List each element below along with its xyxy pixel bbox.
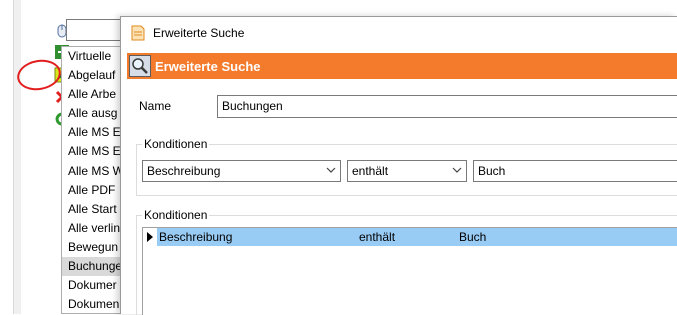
- dialog-window-title: Erweiterte Suche: [153, 26, 245, 40]
- name-label: Name: [139, 99, 172, 113]
- background-search-input[interactable]: [66, 19, 126, 41]
- splitter[interactable]: [14, 0, 21, 314]
- field-select[interactable]: Beschreibung: [142, 160, 341, 182]
- advanced-search-dialog: Erweiterte Suche Erweiterte Suche Name B…: [120, 16, 677, 315]
- chevron-down-icon: [452, 167, 462, 173]
- cell-operator: enthält: [359, 230, 396, 244]
- conditions-grid: Beschreibung enthält Buch: [142, 227, 677, 315]
- magnifier-icon: [129, 55, 151, 77]
- dialog-header-title: Erweiterte Suche: [155, 58, 261, 74]
- conditions-list-label: Konditionen: [142, 208, 210, 222]
- vertical-toolbar: [21, 0, 70, 314]
- left-panel-edge: [0, 0, 14, 314]
- chevron-down-icon: [326, 167, 336, 173]
- conditions-group-label: Konditionen: [142, 137, 210, 151]
- row-pointer-icon: [143, 228, 157, 246]
- operator-select[interactable]: enthält: [347, 160, 467, 182]
- dialog-titlebar[interactable]: Erweiterte Suche: [121, 17, 677, 49]
- field-select-value: Beschreibung: [147, 164, 221, 178]
- table-row[interactable]: Beschreibung enthält Buch: [143, 228, 677, 246]
- name-input[interactable]: Buchungen: [217, 95, 677, 118]
- dialog-header: Erweiterte Suche: [127, 53, 677, 79]
- operator-select-value: enthält: [352, 164, 389, 178]
- condition-value-input[interactable]: Buch: [473, 160, 677, 182]
- cell-field: Beschreibung: [159, 230, 233, 244]
- document-icon: [131, 25, 145, 41]
- cell-value: Buch: [459, 230, 487, 244]
